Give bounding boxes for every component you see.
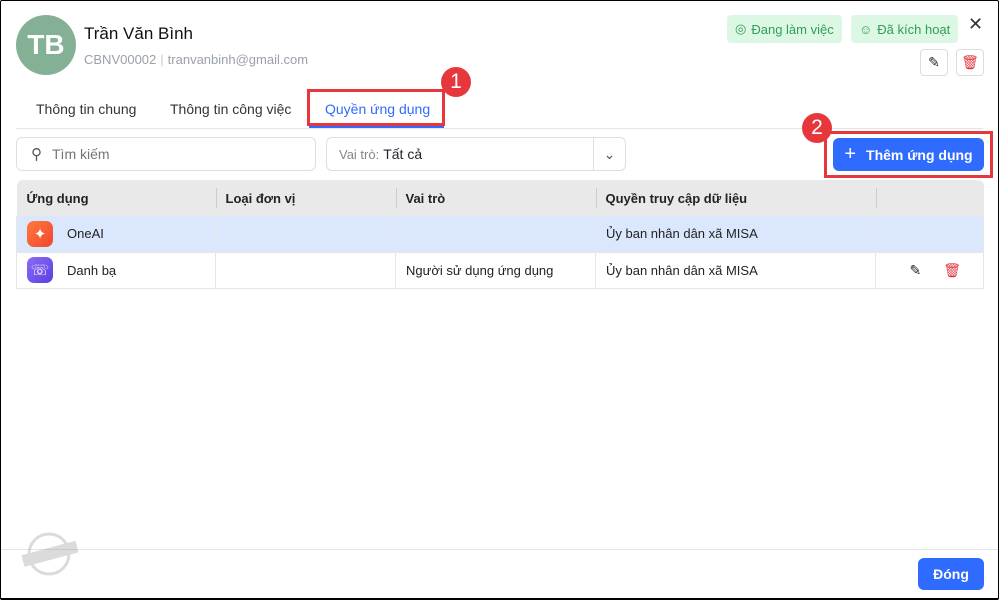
table-row[interactable]: ☏ Danh bạ Người sử dụng ứng dụng Ủy ban n… (16, 252, 984, 289)
highlight-box-2 (824, 131, 993, 178)
close-icon[interactable]: ✕ (968, 14, 983, 35)
check-circle-icon: ◎ (735, 21, 747, 36)
role-cell: Người sử dụng ứng dụng (395, 252, 596, 289)
status-badge-working: ◎ Đang làm việc (727, 15, 842, 43)
tab-general-info[interactable]: Thông tin chung (36, 101, 136, 117)
table-row[interactable]: ✦ OneAI Ủy ban nhân dân xã MISA (16, 216, 984, 253)
col-header-access: Quyền truy cập dữ liệu (595, 180, 876, 216)
close-button[interactable]: Đóng (918, 558, 984, 590)
avatar: TB (16, 15, 76, 75)
step-marker-2: 2 (802, 113, 832, 143)
dialog-frame (0, 0, 999, 600)
divider: | (160, 52, 164, 67)
oneai-app-icon: ✦ (27, 220, 53, 247)
employee-name: Trần Văn Bình (84, 24, 193, 43)
access-cell: Ủy ban nhân dân xã MISA (595, 216, 876, 253)
search-box[interactable]: ⚲ (16, 137, 316, 171)
app-name: OneAI (67, 226, 104, 242)
employee-code: CBNV00002 (84, 52, 157, 67)
trash-icon: 🗑 (961, 54, 979, 70)
actions-cell (875, 216, 984, 253)
search-input[interactable] (52, 146, 292, 162)
app-name: Danh bạ (67, 262, 117, 278)
status-badge-activated: ☺ Đã kích hoạt (851, 15, 959, 43)
employee-subtitle: CBNV00002 | tranvanbinh@gmail.com (84, 52, 308, 67)
unit-type-cell (215, 216, 396, 253)
badge-label: Đang làm việc (751, 21, 834, 37)
tab-job-info[interactable]: Thông tin công việc (170, 101, 291, 117)
col-header-unit-type: Loại đơn vị (215, 180, 396, 216)
chevron-down-icon[interactable]: ⌄ (593, 138, 625, 170)
employee-email: tranvanbinh@gmail.com (167, 52, 309, 67)
edit-button[interactable]: ✎ (920, 49, 948, 76)
col-header-app: Ứng dụng (16, 180, 216, 216)
sample-data-watermark (21, 532, 78, 576)
highlight-box-1 (307, 89, 445, 126)
delete-button[interactable]: 🗑 (956, 49, 984, 76)
app-permissions-table: Ứng dụng Loại đơn vị Vai trò Quyền truy … (16, 180, 984, 289)
pencil-icon: ✎ (928, 54, 940, 70)
unit-type-cell (215, 252, 396, 289)
contacts-app-icon: ☏ (27, 257, 53, 283)
role-cell (395, 216, 596, 253)
user-check-icon: ☺ (859, 21, 873, 37)
role-filter-select[interactable]: Vai trò: Tất cả ⌄ (326, 137, 626, 171)
search-icon: ⚲ (31, 146, 42, 163)
step-marker-1: 1 (441, 67, 471, 97)
delete-row-icon[interactable]: 🗑 (943, 262, 961, 279)
badge-label: Đã kích hoạt (877, 21, 951, 37)
col-header-role: Vai trò (395, 180, 596, 216)
col-header-actions (875, 180, 984, 216)
actions-cell: ✎ 🗑 (875, 252, 984, 289)
footer-divider (1, 549, 998, 550)
role-filter-value: Tất cả (383, 146, 423, 162)
edit-row-icon[interactable]: ✎ (909, 262, 921, 279)
tab-bar (16, 95, 983, 129)
access-cell: Ủy ban nhân dân xã MISA (595, 252, 876, 289)
role-filter-label: Vai trò: (339, 146, 380, 162)
